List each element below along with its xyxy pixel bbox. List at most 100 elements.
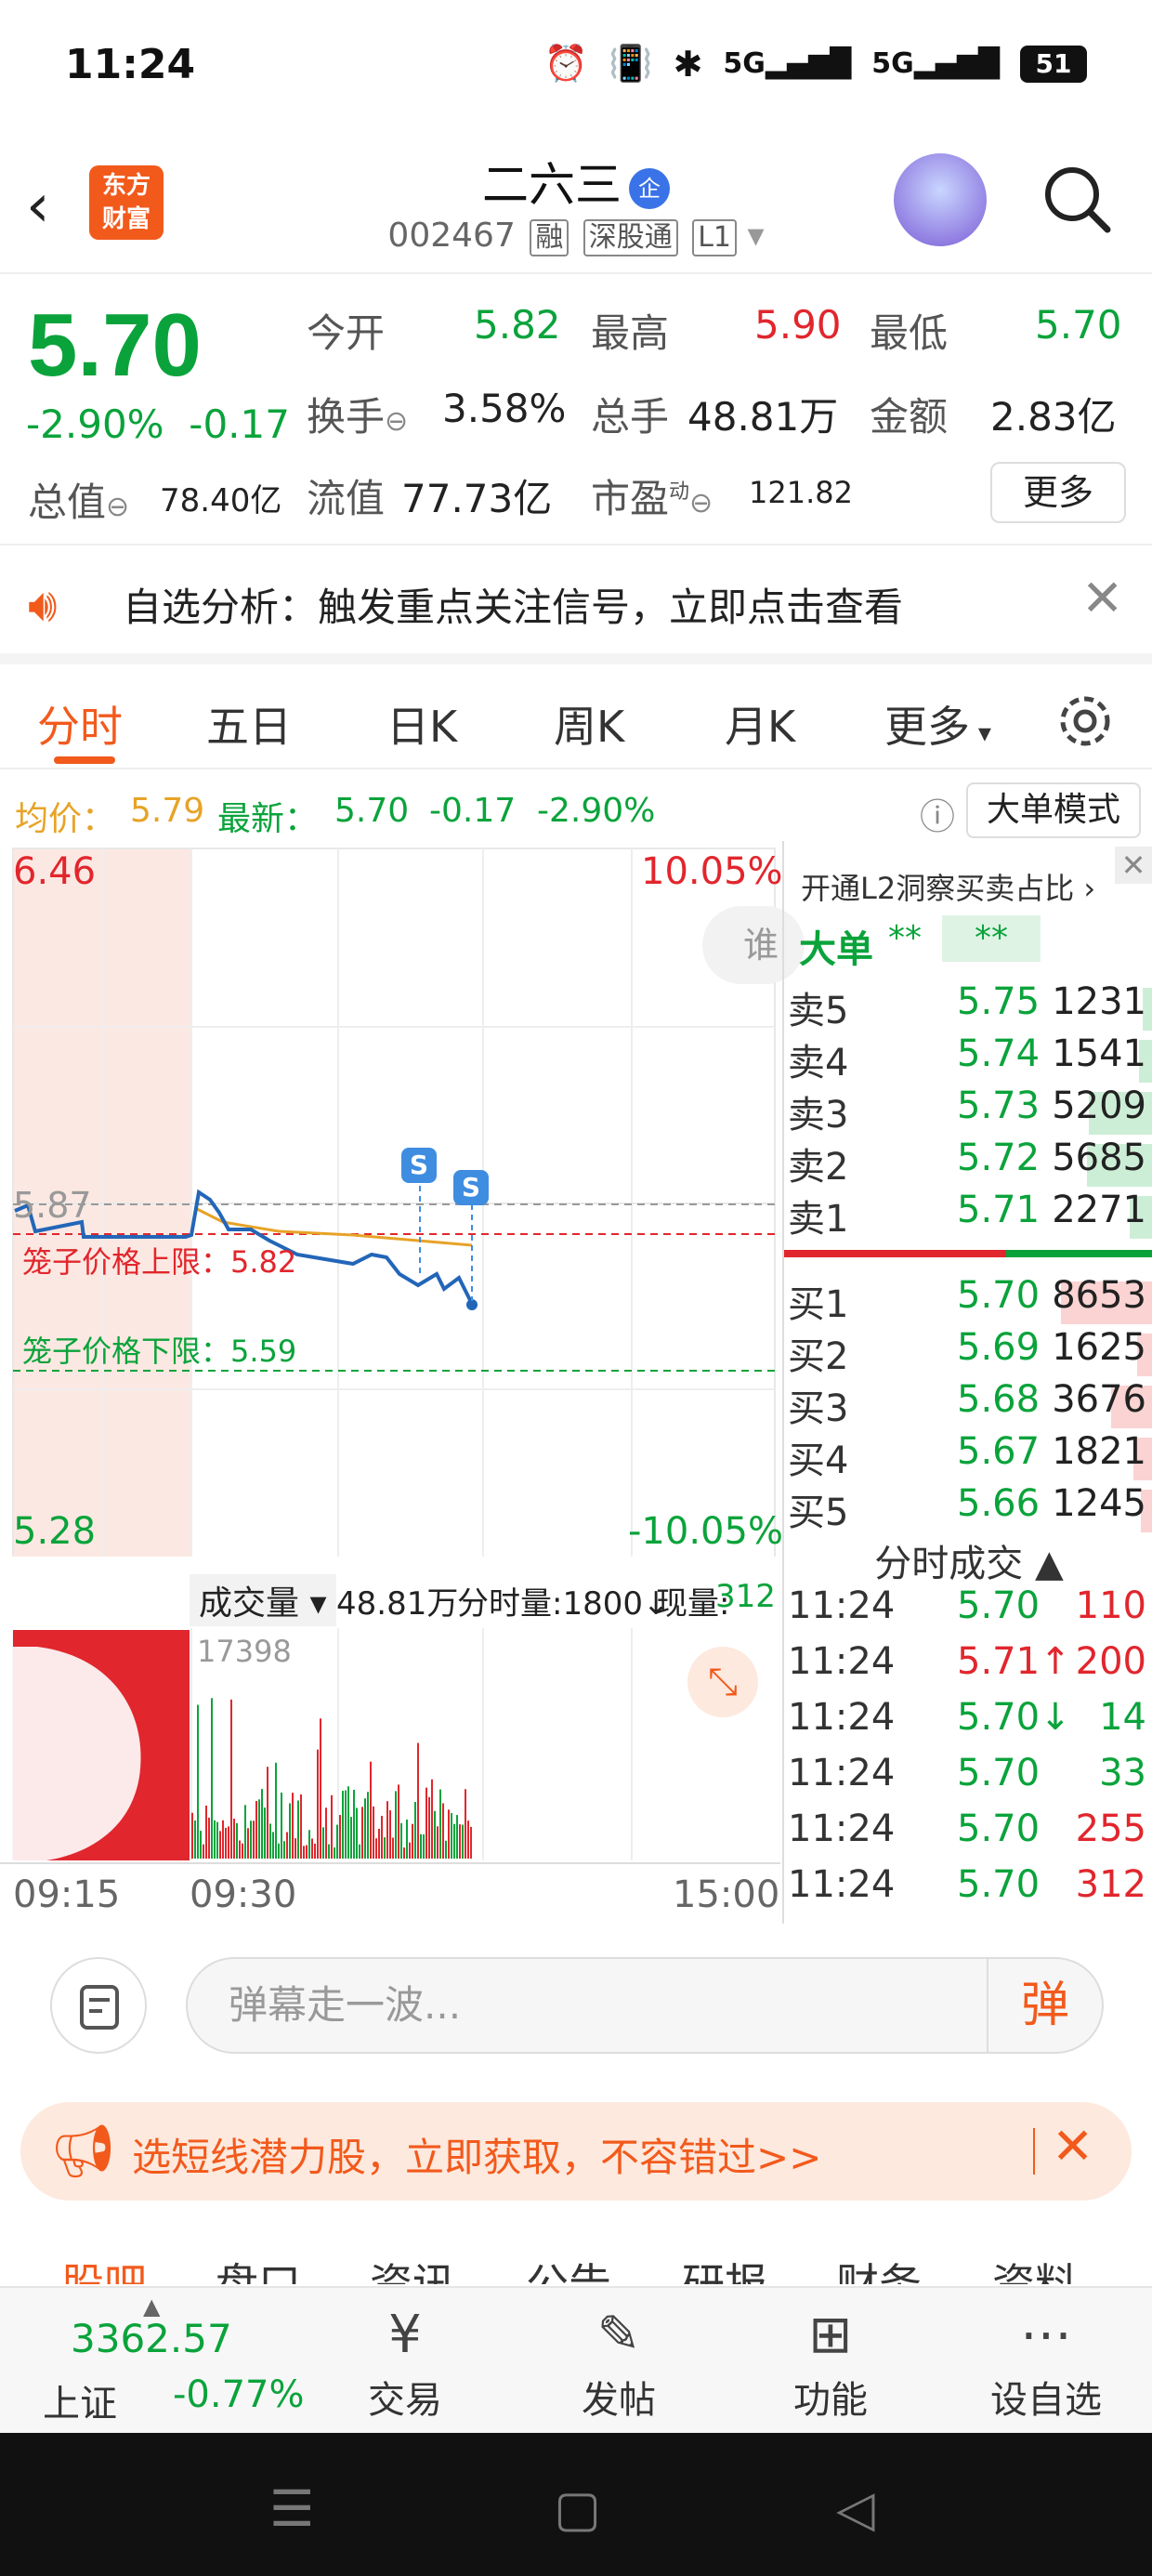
tab-intraday[interactable]: 分时 bbox=[37, 693, 123, 755]
status-bar: 11:24 ⏰ 📳 ✱ 5G▂▄▆█ 5G▂▄▆█ 51 bbox=[0, 0, 1152, 135]
amount-label: 金额 bbox=[870, 394, 949, 440]
volume-bar bbox=[392, 1837, 394, 1859]
low-label: 最低 bbox=[870, 310, 949, 356]
tab-guba[interactable]: 股吧 bbox=[61, 2251, 147, 2284]
bid-row[interactable]: 买2 5.69 1625 bbox=[784, 1326, 1152, 1378]
last-change: -0.17 bbox=[429, 792, 517, 830]
alert-banner[interactable]: 🔊︎ 自选分析：触发重点关注信号，立即点击查看 ✕ bbox=[0, 548, 1152, 664]
settings-gear-icon[interactable] bbox=[1055, 691, 1115, 751]
tick-row: 11:24 5.70 33 bbox=[784, 1752, 1152, 1804]
volume-bar bbox=[230, 1699, 232, 1859]
tick-volume: 33 bbox=[1099, 1752, 1146, 1794]
bid-row[interactable]: 买4 5.67 1821 bbox=[784, 1430, 1152, 1482]
ref-price-label: 5.87 bbox=[13, 1185, 92, 1226]
more-button[interactable]: 更多 bbox=[990, 462, 1126, 523]
volume-bar bbox=[214, 1820, 216, 1859]
tab-weekly-k[interactable]: 周K bbox=[554, 693, 624, 755]
assistant-avatar[interactable] bbox=[894, 153, 987, 246]
ticks-title[interactable]: 分时成交 ▲ bbox=[784, 1533, 1152, 1587]
level-price: 5.71 bbox=[957, 1189, 1041, 1231]
functions-button[interactable]: ⊞ 功能 bbox=[756, 2288, 905, 2435]
ask-row[interactable]: 卖1 5.71 2271 bbox=[784, 1189, 1152, 1241]
bid-row[interactable]: 买3 5.68 3676 bbox=[784, 1378, 1152, 1430]
bid-row[interactable]: 买1 5.70 8653 bbox=[784, 1274, 1152, 1326]
cage-lower-label: 笼子价格下限：5.59 bbox=[22, 1334, 297, 1369]
close-icon[interactable]: ✕ bbox=[1081, 569, 1123, 627]
tab-research[interactable]: 研报 bbox=[682, 2251, 767, 2284]
volume-bar bbox=[431, 1779, 433, 1859]
volume-bar bbox=[272, 1832, 274, 1859]
ask-row[interactable]: 卖5 5.75 1231 bbox=[784, 980, 1152, 1032]
volume-bar bbox=[216, 1821, 218, 1859]
volume-bar bbox=[261, 1789, 263, 1859]
tick-volume: 200 bbox=[1075, 1640, 1146, 1683]
intraday-chart[interactable]: S S 6.46 10.05% 谁 5.87 笼子价格上限：5.82 笼子价格下… bbox=[0, 841, 805, 1557]
volume-bar bbox=[417, 1742, 419, 1859]
tab-five-day[interactable]: 五日 bbox=[206, 693, 292, 755]
volume-bar bbox=[339, 1815, 341, 1859]
last-price: 5.70 bbox=[28, 296, 202, 395]
big-order-mode-button[interactable]: 大单模式 bbox=[966, 782, 1141, 838]
volume-bar bbox=[281, 1792, 282, 1859]
expand-icon[interactable]: ⤡ bbox=[687, 1647, 758, 1717]
bottom-pct-label: -10.05% bbox=[628, 1510, 783, 1553]
stock-header: ‹ 东方 财富 二六三企 002467 融 深股通 L1 ▾ bbox=[0, 135, 1152, 274]
danmaku-settings-icon[interactable] bbox=[50, 1957, 147, 2054]
volume-bar bbox=[406, 1820, 408, 1859]
volume-bar bbox=[300, 1794, 302, 1859]
volume-bar bbox=[200, 1831, 202, 1859]
tick-time: 11:24 bbox=[788, 1863, 896, 1906]
high-label: 最高 bbox=[591, 310, 670, 356]
tab-monthly-k[interactable]: 月K bbox=[725, 693, 795, 755]
promo-banner[interactable]: 📢︎ 选短线潜力股，立即获取，不容错过>> ✕ bbox=[20, 2102, 1132, 2201]
tab-pankou[interactable]: 盘口 bbox=[216, 2251, 301, 2284]
volume-bar bbox=[208, 1817, 210, 1859]
big-order-sell: ** bbox=[942, 915, 1041, 962]
danmaku-input[interactable]: 弹幕走一波... bbox=[186, 1957, 1104, 2054]
help-icon[interactable]: ⓘ bbox=[920, 788, 955, 839]
volume-bar bbox=[462, 1824, 464, 1859]
close-icon[interactable]: ✕ bbox=[1115, 847, 1152, 884]
level-volume: 5209 bbox=[1052, 1084, 1146, 1127]
bid-row[interactable]: 买5 5.66 1245 bbox=[784, 1482, 1152, 1534]
volume-header: 成交量 ▾ 48.81万 分时量:1800↓ 现量: 312 bbox=[0, 1563, 780, 1628]
tab-news[interactable]: 资讯 bbox=[370, 2251, 455, 2284]
sell-signal-marker[interactable]: S bbox=[453, 1170, 489, 1205]
back-nav-icon[interactable]: ◁ bbox=[836, 2479, 875, 2538]
ask-row[interactable]: 卖4 5.74 1541 bbox=[784, 1032, 1152, 1084]
bottom-toolbar: ▲ 3362.57 上证 -0.77% ¥ 交易 ✎ 发帖 ⊞ 功能 ⋯ 设自选 bbox=[0, 2286, 1152, 2433]
order-book: 开通L2洞察买卖占比 › ✕ 大单 ** ** 卖5 5.75 1231 卖4 5.74… bbox=[782, 841, 1152, 1924]
tab-more[interactable]: 更多 ▾ bbox=[884, 693, 991, 755]
level-label: 卖3 bbox=[788, 1094, 849, 1137]
tab-daily-k[interactable]: 日K bbox=[386, 693, 457, 755]
tick-row: 11:24 5.70 110 bbox=[784, 1584, 1152, 1636]
ask-row[interactable]: 卖2 5.72 5685 bbox=[784, 1137, 1152, 1189]
last-value: 5.70 bbox=[334, 792, 410, 830]
sell-signal-marker[interactable]: S bbox=[401, 1148, 437, 1183]
close-icon[interactable]: ✕ bbox=[1052, 2117, 1093, 2175]
search-icon[interactable] bbox=[1041, 163, 1111, 233]
danmaku-send-button[interactable]: 弹 bbox=[987, 1959, 1102, 2052]
tab-announcements[interactable]: 公告 bbox=[526, 2251, 611, 2284]
index-ticker[interactable]: ▲ 3362.57 上证 -0.77% bbox=[22, 2288, 305, 2435]
menu-icon[interactable]: ☰ bbox=[269, 2479, 314, 2538]
volume-total: 48.81万 bbox=[336, 1585, 459, 1623]
tick-price: 5.70↓ bbox=[957, 1696, 1071, 1739]
volume-bar bbox=[331, 1794, 333, 1859]
volume-bar bbox=[439, 1789, 441, 1859]
volume-bar bbox=[194, 1820, 196, 1859]
level-price: 5.67 bbox=[957, 1430, 1041, 1473]
ask-row[interactable]: 卖3 5.73 5209 bbox=[784, 1084, 1152, 1137]
post-button[interactable]: ✎ 发帖 bbox=[544, 2288, 693, 2435]
tab-finance[interactable]: 财务 bbox=[836, 2251, 922, 2284]
volume-bar bbox=[414, 1802, 416, 1859]
volume-bar bbox=[289, 1803, 291, 1859]
l2-promo-link[interactable]: 开通L2洞察买卖占比 › bbox=[801, 865, 1095, 908]
volume-bar bbox=[456, 1815, 458, 1859]
volume-bar bbox=[364, 1798, 366, 1859]
tab-profile[interactable]: 资料 bbox=[992, 2251, 1078, 2284]
home-icon[interactable]: ▢ bbox=[554, 2479, 601, 2538]
trade-button[interactable]: ¥ 交易 bbox=[331, 2288, 479, 2435]
add-watchlist-button[interactable]: ⋯ 设自选 bbox=[972, 2288, 1120, 2435]
volume-selector[interactable]: 成交量 ▾ bbox=[190, 1574, 336, 1626]
